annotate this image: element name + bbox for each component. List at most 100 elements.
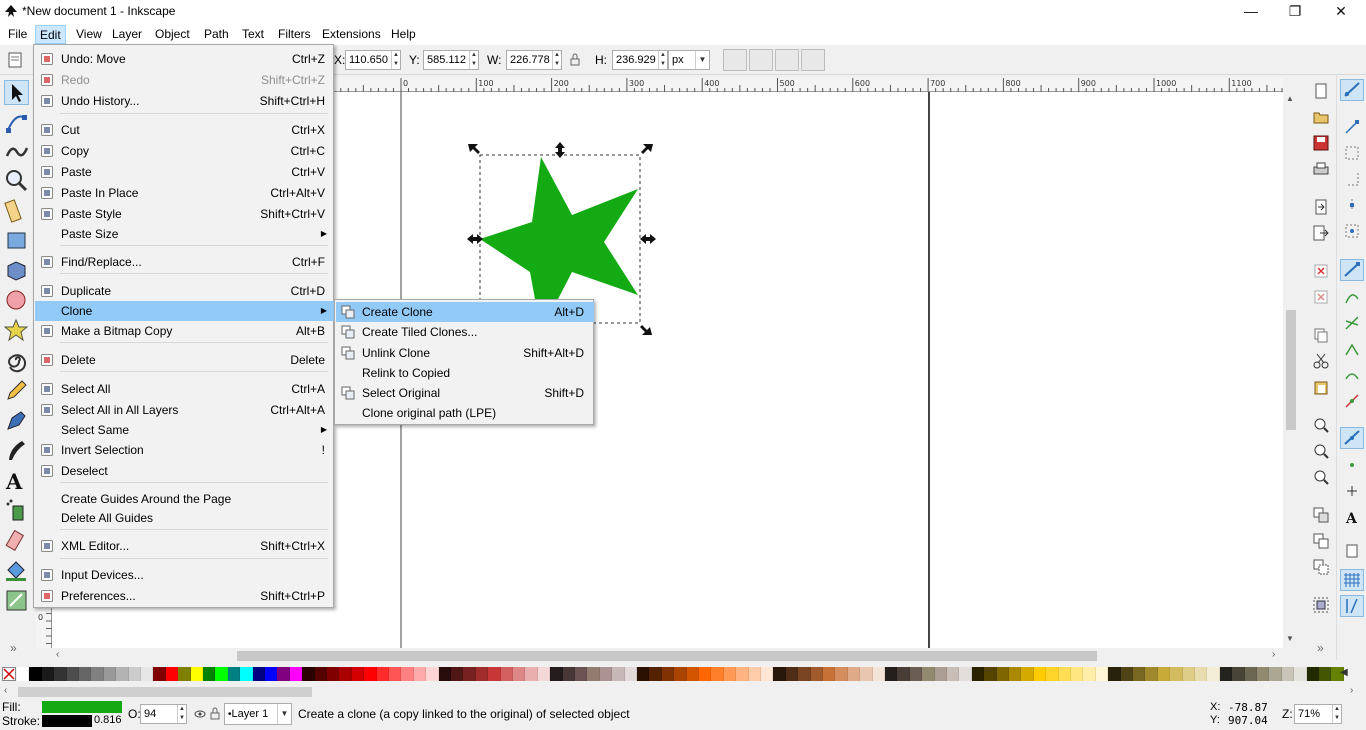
handle-top-right[interactable] [641, 144, 653, 154]
color-swatch[interactable] [252, 667, 265, 681]
color-swatch[interactable] [289, 667, 303, 681]
color-swatch[interactable] [674, 667, 687, 681]
menu-edit[interactable]: Edit [35, 25, 66, 44]
new-document-icon[interactable] [1313, 83, 1329, 99]
color-swatch[interactable] [203, 667, 216, 681]
clone-menu-item-clone-original-path-lpe[interactable]: Clone original path (LPE) [336, 403, 594, 423]
edit-menu-item-invert-selection[interactable]: Invert Selection! [35, 440, 334, 460]
clone-menu-item-relink-to-copied[interactable]: Relink to Copied [336, 363, 594, 383]
edit-menu-item-paste-in-place[interactable]: Paste In Place Ctrl+Alt+V [35, 183, 334, 203]
zoom-spin-arrows[interactable]: ▲ ▼ [1332, 705, 1341, 723]
horizontal-scrollbar[interactable]: ‹ › [52, 648, 1283, 664]
color-swatch[interactable] [314, 667, 327, 681]
zoom-input[interactable]: 71% ▲ ▼ [1294, 704, 1342, 724]
palette-menu-icon[interactable]: ◀ [1340, 667, 1348, 678]
color-swatch[interactable] [141, 667, 154, 681]
color-swatch[interactable] [413, 667, 427, 681]
color-swatch[interactable] [872, 667, 885, 681]
handle-top-left[interactable] [468, 144, 480, 154]
color-swatch[interactable] [265, 667, 278, 681]
scroll-left-icon[interactable]: ‹ [56, 649, 59, 660]
y-input[interactable]: 585.112 ▲ ▼ [423, 50, 479, 70]
color-swatch[interactable] [339, 667, 352, 681]
calligraphy-tool-icon[interactable] [4, 438, 29, 463]
palette-scroll-left-icon[interactable]: ‹ [4, 685, 7, 696]
handle-right[interactable] [640, 234, 656, 244]
3d-box-tool-icon[interactable] [4, 258, 29, 283]
color-swatch[interactable] [240, 667, 253, 681]
color-swatch[interactable] [54, 667, 67, 681]
scroll-down-icon[interactable]: ▼ [1286, 634, 1294, 643]
color-swatch[interactable] [996, 667, 1009, 681]
x-spin-arrows[interactable]: ▲ ▼ [391, 51, 400, 69]
edit-menu-item-clone[interactable]: Clone ▶ [35, 301, 334, 321]
color-swatch[interactable] [1108, 667, 1121, 681]
group-cmd-icon[interactable] [1313, 597, 1329, 613]
redo-cmd-icon[interactable] [1313, 289, 1329, 305]
color-swatch[interactable] [1281, 667, 1295, 681]
color-swatch[interactable] [699, 667, 712, 681]
snap-bbox-icon[interactable] [1344, 119, 1360, 135]
color-swatch[interactable] [389, 667, 402, 681]
eye-icon[interactable] [194, 708, 206, 720]
stroke-width-value[interactable]: 0.816 [94, 714, 122, 726]
color-swatch[interactable] [302, 667, 315, 681]
snap-rotation-centers-icon[interactable] [1344, 483, 1360, 499]
scroll-up-icon[interactable]: ▲ [1286, 94, 1294, 103]
paste-cmd-icon[interactable] [1313, 379, 1329, 395]
edit-menu-item-redo[interactable]: Redo Shift+Ctrl+Z [35, 70, 334, 90]
unit-select[interactable]: px ▼ [668, 50, 710, 70]
menu-file[interactable]: File [4, 25, 31, 44]
snap-toggle-button[interactable] [1340, 79, 1364, 101]
handle-left[interactable] [467, 234, 483, 244]
color-swatch[interactable] [736, 667, 749, 681]
menu-object[interactable]: Object [151, 25, 194, 44]
edit-menu-item-find-replace[interactable]: Find/Replace... Ctrl+F [35, 252, 334, 272]
color-swatch[interactable] [475, 667, 489, 681]
snap-object-centers-icon[interactable] [1344, 457, 1360, 473]
menu-path[interactable]: Path [200, 25, 233, 44]
snap-paths-icon[interactable] [1344, 289, 1360, 305]
close-button[interactable]: ✕ [1318, 0, 1364, 23]
color-swatch[interactable] [823, 667, 836, 681]
scale-stroke-button[interactable] [723, 49, 747, 71]
ellipse-tool-icon[interactable] [4, 288, 29, 313]
color-swatch[interactable] [376, 667, 389, 681]
edit-menu-item-cut[interactable]: Cut Ctrl+X [35, 120, 334, 140]
color-swatch[interactable] [1095, 667, 1109, 681]
clone-menu-item-unlink-clone[interactable]: Unlink Clone Shift+Alt+D [336, 343, 594, 363]
layer-lock-icon[interactable] [210, 707, 220, 720]
paint-bucket-tool-icon[interactable] [4, 558, 29, 583]
snap-page-border-icon[interactable] [1344, 543, 1360, 559]
color-swatch[interactable] [451, 667, 464, 681]
spiral-tool-icon[interactable] [4, 348, 29, 373]
color-swatch[interactable] [897, 667, 910, 681]
h-input[interactable]: 236.929 ▲ ▼ [612, 50, 668, 70]
color-swatch[interactable] [438, 667, 451, 681]
pencil-tool-icon[interactable] [4, 378, 29, 403]
color-swatch[interactable] [190, 667, 203, 681]
color-swatch[interactable] [1244, 667, 1257, 681]
commands-overflow-icon[interactable]: » [1317, 641, 1324, 655]
color-swatch[interactable] [153, 667, 166, 681]
menu-text[interactable]: Text [238, 25, 268, 44]
print-icon[interactable] [1313, 161, 1329, 177]
handle-top[interactable] [555, 142, 565, 158]
color-swatch[interactable] [1157, 667, 1171, 681]
color-swatch[interactable] [1009, 667, 1022, 681]
color-swatch[interactable] [128, 667, 141, 681]
color-swatch[interactable] [1021, 667, 1034, 681]
zoom-tool-icon[interactable] [4, 168, 29, 193]
transform-patterns-button[interactable] [801, 49, 825, 71]
color-swatch[interactable] [922, 667, 935, 681]
edit-menu-item-undo-move[interactable]: Undo: Move Ctrl+Z [35, 49, 334, 69]
edit-menu-item-duplicate[interactable]: Duplicate Ctrl+D [35, 281, 334, 301]
no-paint-swatch-icon[interactable] [2, 667, 16, 681]
edit-menu-item-copy[interactable]: Copy Ctrl+C [35, 141, 334, 161]
color-swatch[interactable] [351, 667, 365, 681]
color-swatch[interactable] [1120, 667, 1133, 681]
edit-menu-item-xml-editor[interactable]: XML Editor... Shift+Ctrl+X [35, 536, 334, 556]
menu-extensions[interactable]: Extensions [318, 25, 385, 44]
rectangle-tool-icon[interactable] [4, 228, 29, 253]
edit-menu-item-deselect[interactable]: Deselect [35, 461, 334, 481]
